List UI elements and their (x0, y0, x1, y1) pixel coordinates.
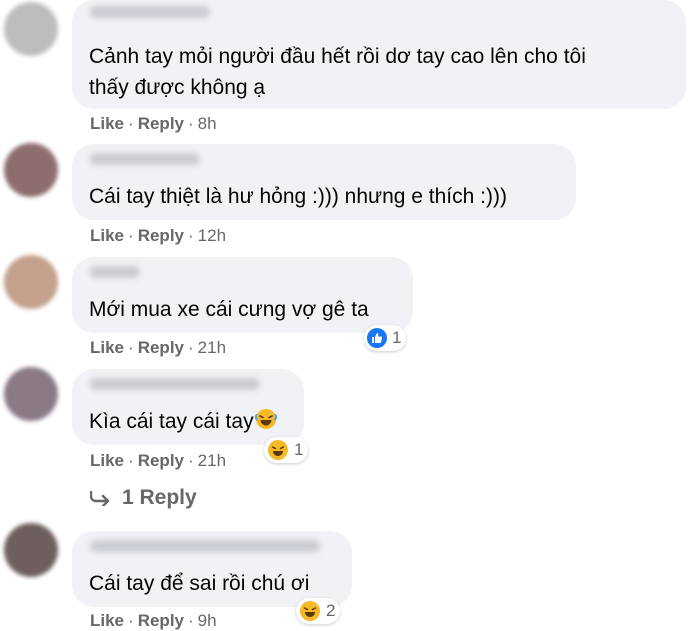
like-button[interactable]: Like (90, 611, 124, 630)
avatar[interactable] (4, 2, 58, 56)
view-replies-link[interactable]: 1 Reply (90, 486, 197, 510)
comment-text-line: Cái tay thiệt là hư hỏng :))) nhưng e th… (89, 185, 507, 208)
comment-text-line: thấy được không ạ (89, 76, 266, 99)
separator: · (128, 226, 134, 245)
comment-actions: Like · Reply · 9h (90, 611, 217, 631)
comment-bubble: Kìa cái tay cái tay (72, 369, 304, 445)
blurred-author-name[interactable] (90, 378, 260, 390)
comment-text-line: Cái tay để sai rồi chú ơi (89, 572, 310, 595)
reaction-count: 1 (294, 440, 304, 459)
reply-button[interactable]: Reply (138, 611, 184, 630)
comment-bubble: Cảnh tay mỏi người đầu hết rồi dơ tay ca… (72, 0, 686, 109)
separator: · (128, 611, 134, 630)
laughing-tears-emoji-icon (254, 409, 277, 429)
reaction-summary[interactable]: 1 (264, 437, 309, 463)
avatar[interactable] (4, 523, 58, 577)
avatar[interactable] (4, 255, 58, 309)
separator: · (188, 338, 194, 357)
blurred-author-name[interactable] (90, 266, 140, 278)
timestamp[interactable]: 21h (198, 451, 226, 470)
reaction-summary[interactable]: 2 (296, 598, 341, 624)
separator: · (188, 451, 194, 470)
comment-actions: Like · Reply · 21h (90, 338, 226, 358)
replies-count-label: 1 Reply (122, 486, 197, 509)
comment-bubble: Mới mua xe cái cưng vợ gê ta (72, 257, 413, 333)
comment-actions: Like · Reply · 21h (90, 451, 226, 471)
comment-bubble: Cái tay thiệt là hư hỏng :))) nhưng e th… (72, 144, 576, 220)
timestamp[interactable]: 21h (198, 338, 226, 357)
separator: · (128, 451, 134, 470)
timestamp[interactable]: 8h (198, 114, 217, 133)
reaction-count: 1 (392, 328, 402, 347)
like-icon (367, 328, 387, 348)
reply-button[interactable]: Reply (138, 114, 184, 133)
comment-actions: Like · Reply · 8h (90, 114, 217, 134)
like-button[interactable]: Like (90, 338, 124, 357)
comment-bubble: Cái tay để sai rồi chú ơi (72, 531, 352, 607)
separator: · (188, 114, 194, 133)
reply-button[interactable]: Reply (138, 338, 184, 357)
blurred-author-name[interactable] (90, 540, 320, 552)
separator: · (188, 611, 194, 630)
like-button[interactable]: Like (90, 226, 124, 245)
avatar[interactable] (4, 367, 58, 421)
comment-text-line: Cảnh tay mỏi người đầu hết rồi dơ tay ca… (89, 45, 586, 68)
comment-actions: Like · Reply · 12h (90, 226, 226, 246)
comment-text-line: Kìa cái tay cái tay (89, 406, 278, 437)
blurred-author-name[interactable] (90, 6, 210, 18)
like-button[interactable]: Like (90, 114, 124, 133)
timestamp[interactable]: 9h (198, 611, 217, 630)
separator: · (128, 338, 134, 357)
reaction-count: 2 (326, 601, 336, 620)
separator: · (128, 114, 134, 133)
timestamp[interactable]: 12h (198, 226, 226, 245)
separator: · (188, 226, 194, 245)
like-button[interactable]: Like (90, 451, 124, 470)
comment-text-line: Mới mua xe cái cưng vợ gê ta (89, 298, 369, 321)
reply-button[interactable]: Reply (138, 451, 184, 470)
comment-text: Kìa cái tay cái tay (89, 410, 254, 433)
avatar[interactable] (4, 143, 58, 197)
blurred-author-name[interactable] (90, 153, 200, 165)
reply-arrow-icon (90, 490, 110, 506)
reaction-summary[interactable]: 1 (364, 325, 407, 351)
haha-icon (300, 601, 320, 621)
haha-icon (268, 440, 288, 460)
reply-button[interactable]: Reply (138, 226, 184, 245)
